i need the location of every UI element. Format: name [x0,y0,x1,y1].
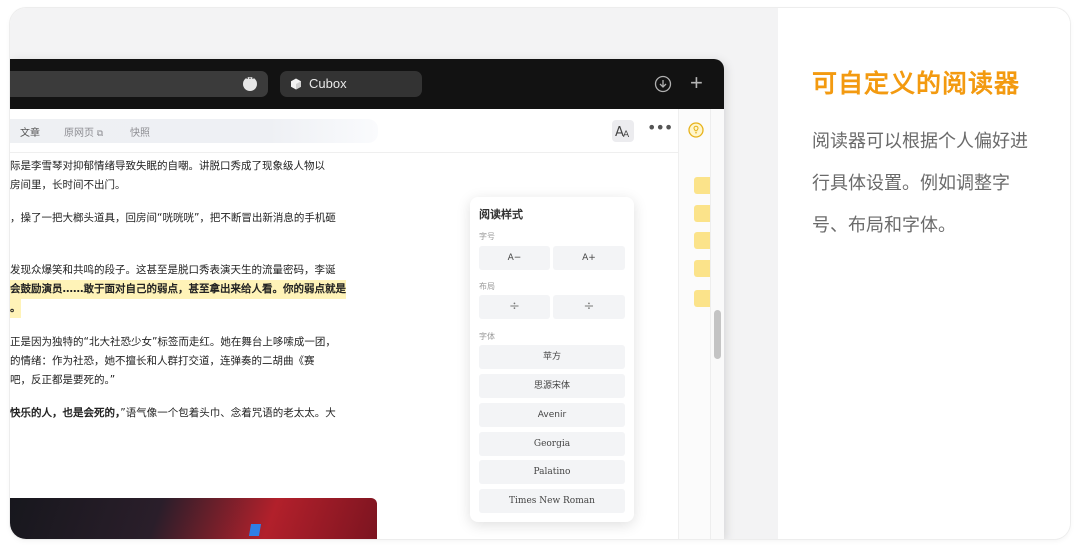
layout-label: 布局 [479,282,495,291]
text-line: 发现众爆笑和共鸣的段子。这甚至是脱口秀表演天生的流量密码，李诞 [10,264,336,276]
lightbulb-icon[interactable] [688,122,704,138]
download-icon[interactable] [654,75,672,93]
popover-title: 阅读样式 [479,208,523,221]
feature-card: Cubox + 文章 原网页 ⧉ 快照 A A [10,8,1070,539]
font-option-times-new-roman[interactable]: Times New Roman [479,489,625,513]
reading-style-font-icon[interactable]: A A [612,120,634,142]
article-paragraph: 正是因为独特的“北大社恐少女”标签而走红。她在舞台上哆嗦成一团， 的情绪：作为社… [10,333,336,390]
cubox-app-window: Cubox + 文章 原网页 ⧉ 快照 A A [10,59,724,539]
article-paragraph: 快乐的人，也是会死的，”语气像一个包着头巾、念着咒语的老太太。大 [10,404,336,423]
feature-title: 可自定义的阅读器 [812,69,1021,98]
view-mode-switch: 文章 原网页 ⧉ 快照 [10,119,378,143]
narrow-layout-button[interactable]: ÷ [479,295,550,319]
image-detail [248,524,262,536]
font-family-label: 字体 [479,332,495,341]
article-paragraph: 际是李雪琴对抑郁情绪导致失眠的自嘲。讲脱口秀成了现象级人物以 房间里，长时间不出… [10,157,325,195]
text-line: 际是李雪琴对抑郁情绪导致失眠的自嘲。讲脱口秀成了现象级人物以 [10,160,325,172]
screenshot-panel: Cubox + 文章 原网页 ⧉ 快照 A A [10,8,778,539]
external-link-icon: ⧉ [96,128,104,138]
highlighted-text[interactable]: 会鼓励演员……敢于面对自己的弱点，甚至拿出来给人看。你的弱点就是 [10,280,346,299]
tab-original-page[interactable]: 原网页 ⧉ [64,124,103,139]
highlight-marker[interactable] [694,177,711,194]
article-paragraph: ，操了一把大榔头道具，回房间“咣咣咣”，把不断冒出新消息的手机砸 [10,209,336,228]
wide-layout-button[interactable]: ÷ [553,295,625,319]
highlight-marker[interactable] [694,205,711,222]
feature-description: 阅读器可以根据个人偏好进行具体设置。例如调整字号、布局和字体。 [812,131,1028,236]
more-options-icon[interactable]: ••• [647,118,673,137]
font-size-label: 字号 [479,232,495,241]
window-titlebar: Cubox + [10,59,724,109]
tab-cubox[interactable]: Cubox [280,71,422,97]
highlight-marker[interactable] [694,260,711,277]
text-line: 的情绪：作为社恐，她不擅长和人群打交道，连弹奏的二胡曲《赛 [10,355,315,367]
feature-description-panel: 可自定义的阅读器 阅读器可以根据个人偏好进行具体设置。例如调整字号、布局和字体。 [778,8,1070,539]
article-paragraph: 发现众爆笑和共鸣的段子。这甚至是脱口秀表演天生的流量密码，李诞 会鼓励演员……敢… [10,261,346,318]
highlight-marker[interactable] [694,290,711,307]
tab-article[interactable]: 文章 [20,124,40,139]
svg-text:A: A [623,130,630,140]
tab-snapshot[interactable]: 快照 [130,124,150,139]
highlight-marker[interactable] [694,232,711,249]
new-tab-plus-icon[interactable]: + [690,72,703,94]
scrollbar-track[interactable] [710,109,724,539]
reader-toolbar: 文章 原网页 ⧉ 快照 A A ••• [10,109,678,153]
font-option-pingfang[interactable]: 苹方 [479,345,625,369]
reading-style-popover: 阅读样式 字号 A− A+ 布局 ÷ ÷ 字体 苹方 思源宋体 Avenir G… [470,197,634,522]
text-line: 房间里，长时间不出门。 [10,179,126,191]
more-icon[interactable] [243,76,257,91]
highlighted-text[interactable]: 。 [10,299,21,318]
font-option-palatino[interactable]: Palatino [479,460,625,484]
scrollbar-thumb[interactable] [714,310,721,359]
text-line: ，操了一把大榔头道具，回房间“咣咣咣”，把不断冒出新消息的手机砸 [10,212,336,224]
article-image [10,498,377,539]
annotation-sidebar [678,109,711,539]
address-bar[interactable] [10,71,268,97]
text-line: 快乐的人，也是会死的，”语气像一个包着头巾、念着咒语的老太太。大 [10,407,336,419]
font-option-georgia[interactable]: Georgia [479,432,625,456]
text-line: 吧，反正都是要死的。” [10,374,116,386]
increase-font-size-button[interactable]: A+ [553,246,625,270]
font-option-avenir[interactable]: Avenir [479,403,625,427]
decrease-font-size-button[interactable]: A− [479,246,550,270]
text-line: 正是因为独特的“北大社恐少女”标签而走红。她在舞台上哆嗦成一团， [10,336,336,348]
cubox-cube-icon [291,78,301,90]
font-option-source-han-serif[interactable]: 思源宋体 [479,374,625,398]
tab-title: Cubox [309,76,347,91]
